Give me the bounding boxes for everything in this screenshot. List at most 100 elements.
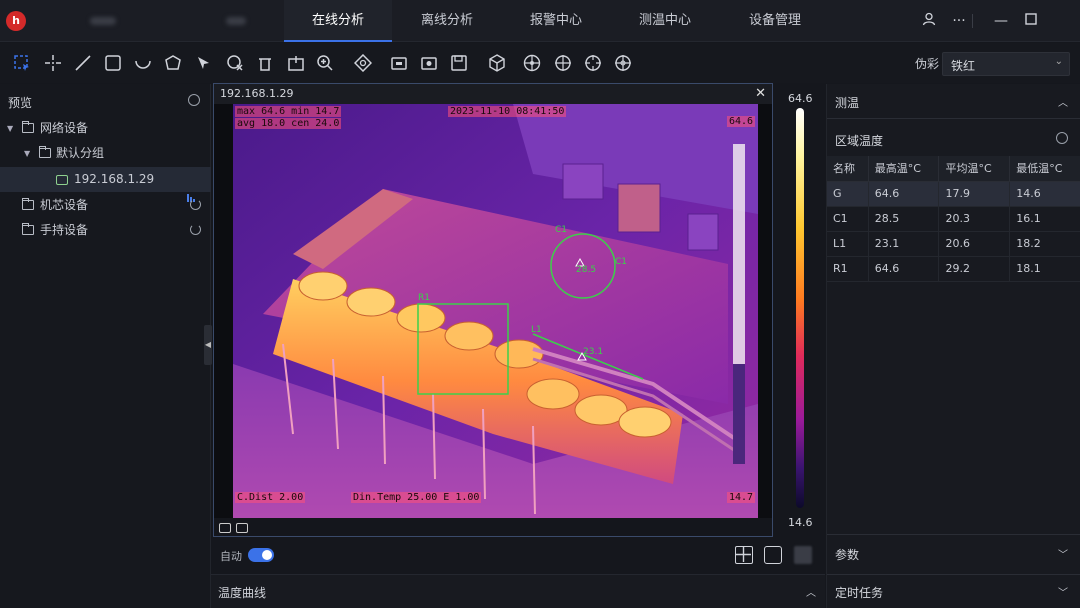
folder-icon (39, 146, 51, 158)
user-icon[interactable] (920, 12, 938, 30)
caret-down-icon[interactable]: ▼ (7, 116, 13, 141)
tree-item-core-devices[interactable]: 机芯设备 (0, 193, 211, 218)
region-temp-table: 名称 最高温°C 平均温°C 最低温°C G 64.6 17.9 14.6 C1… (827, 156, 1080, 282)
collapse-left-handle[interactable]: ◀ (204, 325, 212, 365)
more-icon[interactable]: ··· (950, 12, 968, 30)
target-max-icon[interactable] (582, 52, 604, 74)
temperature-curve-bar[interactable] (211, 574, 825, 608)
signal-icon (187, 177, 199, 202)
osd-ambient: Din.Temp 25.00 E 1.00 (351, 492, 482, 503)
cell-avg: 20.6 (938, 231, 1011, 257)
tab-offline-analysis[interactable]: 离线分析 (393, 0, 501, 42)
tree-item-handheld-devices[interactable]: 手持设备 (0, 218, 211, 243)
chevron-down-icon[interactable]: ﹀ (1058, 584, 1068, 599)
folder-icon (22, 121, 34, 133)
settings-icon[interactable] (1056, 132, 1068, 144)
color-gradient-bar (796, 108, 804, 508)
minimize-icon[interactable]: — (992, 12, 1010, 30)
select-icon[interactable] (11, 52, 33, 74)
pointer-icon[interactable] (193, 52, 215, 74)
sidebar-title: 预览 (8, 96, 33, 110)
palette-wheel-icon[interactable] (521, 52, 543, 74)
line-icon[interactable] (72, 52, 94, 74)
crosshair-point-icon[interactable] (42, 52, 64, 74)
cell-name: C1 (827, 206, 869, 232)
rectangle-icon[interactable] (102, 52, 124, 74)
divider (827, 574, 1080, 575)
scale-min: 14.6 (788, 516, 813, 529)
app-window: h 在线分析 离线分析 报警中心 测温中心 设备管理 ··· — 伪彩 铁红 ⌄… (0, 0, 1080, 608)
blurred-button[interactable] (794, 546, 812, 564)
chevron-down-icon[interactable]: ﹀ (1058, 546, 1068, 561)
save-icon[interactable] (448, 52, 470, 74)
tab-online-analysis[interactable]: 在线分析 (284, 0, 392, 42)
divider (827, 534, 1080, 535)
record-icon[interactable] (388, 52, 410, 74)
chevron-up-icon[interactable]: ︿ (1058, 94, 1068, 109)
tree-item-network-devices[interactable]: ▼ 网络设备 (0, 116, 211, 141)
grid-layout-icon[interactable] (735, 546, 753, 564)
target-icon[interactable] (552, 52, 574, 74)
table-row[interactable]: C1 28.5 20.3 16.1 (827, 206, 1080, 232)
column-header: 最低温°C (1009, 156, 1080, 182)
table-row[interactable]: R1 64.6 29.2 18.1 (827, 256, 1080, 282)
refresh-icon[interactable] (190, 224, 201, 235)
polygon-icon[interactable] (162, 52, 184, 74)
maximize-icon[interactable] (1022, 12, 1040, 30)
tree-item-device-192-168-1-29[interactable]: 192.168.1.29 (0, 167, 211, 202)
blurred-text (226, 17, 246, 25)
thermal-image[interactable]: C1 C1 28.5 R1 L1 23.1 max 64.6 min 14.7 … (233, 104, 758, 519)
auto-label: 自动 (220, 550, 242, 563)
camera-icon[interactable] (219, 523, 231, 533)
palette-label: 伪彩 (915, 57, 940, 71)
3d-view-icon[interactable] (486, 52, 508, 74)
top-bar: h 在线分析 离线分析 报警中心 测温中心 设备管理 ··· — (0, 0, 1080, 42)
target-min-icon[interactable] (612, 52, 634, 74)
divider (827, 118, 1080, 119)
close-icon[interactable]: ✕ (755, 86, 766, 101)
cell-max: 64.6 (868, 181, 940, 207)
tree-label: 机芯设备 (40, 198, 89, 212)
divider (972, 14, 973, 28)
table-row[interactable]: L1 23.1 20.6 18.2 (827, 231, 1080, 257)
snapshot-icon[interactable] (418, 52, 440, 74)
window-layout-icon[interactable] (764, 546, 782, 564)
settings-icon[interactable] (188, 94, 200, 106)
table-row[interactable]: G 64.6 17.9 14.6 (827, 181, 1080, 207)
video-icon[interactable] (236, 523, 248, 533)
tab-alarm-center[interactable]: 报警中心 (502, 0, 610, 42)
zoom-icon[interactable] (314, 52, 336, 74)
chevron-up-icon[interactable]: ︿ (806, 584, 816, 599)
osd-top-right-value: 64.6 (727, 116, 756, 127)
region-temp-title: 区域温度 (835, 134, 884, 148)
palette-select[interactable]: 铁红 ⌄ (942, 52, 1070, 76)
device-sidebar: 预览 ▼ 网络设备 ▼ 默认分组 192.168.1.29 机芯设备 手持设备 (0, 84, 211, 608)
cell-avg: 29.2 (938, 256, 1011, 282)
delete-shape-icon[interactable] (224, 52, 246, 74)
cell-avg: 20.3 (938, 206, 1011, 232)
folder-icon (22, 198, 34, 210)
c1-label-secondary: C1 (615, 257, 627, 267)
tree-item-default-group[interactable]: ▼ 默认分组 (0, 141, 211, 166)
tab-device-management[interactable]: 设备管理 (721, 0, 829, 42)
r1-label: R1 (418, 293, 430, 303)
tab-temperature-center[interactable]: 测温中心 (611, 0, 719, 42)
clear-icon[interactable] (254, 52, 276, 74)
params-title: 参数 (835, 548, 860, 562)
app-logo: h (6, 11, 26, 31)
thermal-scene: C1 C1 28.5 R1 L1 23.1 (233, 104, 758, 519)
osd-distance: C.Dist 2.00 (235, 492, 306, 503)
refresh-icon[interactable] (190, 199, 201, 210)
camera-device-icon (56, 175, 68, 185)
cell-min: 18.2 (1009, 231, 1080, 257)
temperature-mode-icon[interactable] (285, 52, 307, 74)
chevron-down-icon: ⌄ (1054, 56, 1063, 67)
tree-label: 手持设备 (40, 223, 89, 237)
auto-toggle[interactable] (248, 548, 274, 562)
focus-icon[interactable] (352, 52, 374, 74)
caret-down-icon[interactable]: ▼ (24, 141, 30, 166)
column-header: 名称 (827, 156, 869, 182)
l1-label: L1 (531, 325, 542, 335)
osd-avg-cen: avg 18.0 cen 24.0 (235, 118, 342, 129)
circle-icon[interactable] (132, 52, 154, 74)
